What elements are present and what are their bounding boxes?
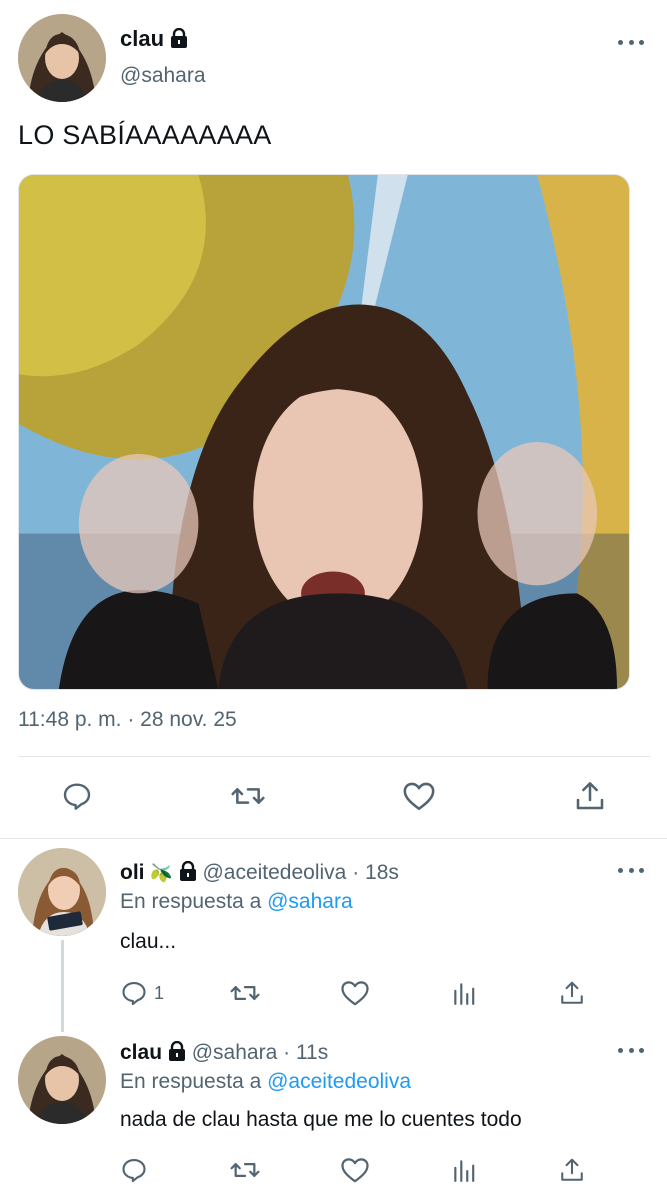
retweet-icon[interactable] [230, 779, 266, 813]
more-options-icon[interactable] [618, 1046, 644, 1054]
reply-count: 1 [154, 982, 165, 1003]
avatar[interactable] [18, 14, 106, 102]
more-options-icon[interactable] [618, 38, 644, 46]
tweet-media[interactable] [18, 174, 630, 690]
analytics-icon[interactable] [450, 978, 478, 1008]
reply-time[interactable]: 18s [365, 861, 399, 884]
media-image [19, 175, 629, 689]
olive-icon: 🫒 [150, 863, 173, 883]
analytics-icon[interactable] [450, 1155, 478, 1185]
reply-to-link[interactable]: @aceitedeoliva [267, 1070, 411, 1093]
handle[interactable]: @sahara [120, 64, 206, 88]
reply-prefix: En respuesta a [120, 1070, 262, 1093]
reply-context: En respuesta a @aceitedeoliva [120, 1070, 411, 1094]
lock-icon [170, 27, 188, 54]
display-name[interactable]: oli [120, 861, 145, 884]
retweet-icon[interactable] [228, 1155, 262, 1185]
thread-line [61, 940, 64, 1032]
avatar-image [18, 1036, 106, 1124]
reply-text: nada de clau hasta que me lo cuentes tod… [120, 1108, 522, 1131]
avatar[interactable] [18, 1036, 106, 1124]
timestamp[interactable]: 11:48 p. m. · 28 nov. 25 [18, 708, 237, 732]
author-row: oli 🫒 @aceitedeoliva · 18s [120, 860, 399, 888]
share-icon[interactable] [573, 778, 607, 814]
display-name[interactable]: clau [120, 1041, 162, 1064]
share-icon[interactable] [558, 978, 586, 1008]
section-divider [0, 838, 667, 839]
reply-time[interactable]: 11s [296, 1041, 328, 1064]
separator: · [283, 1041, 291, 1064]
author-row: clau @sahara · 11s [120, 1040, 328, 1068]
retweet-icon[interactable] [228, 978, 262, 1008]
reply-icon[interactable] [60, 779, 94, 813]
like-icon[interactable] [339, 1155, 371, 1185]
like-icon[interactable] [339, 978, 371, 1008]
separator: · [352, 861, 360, 884]
reply-icon[interactable] [120, 1155, 154, 1185]
handle[interactable]: @aceitedeoliva [202, 861, 346, 884]
reply-icon[interactable]: 1 [120, 978, 164, 1008]
like-icon[interactable] [401, 779, 437, 813]
author-row: clau [120, 26, 188, 54]
reply-prefix: En respuesta a [120, 890, 262, 913]
reply-to-link[interactable]: @sahara [267, 890, 353, 913]
avatar-image [18, 848, 106, 936]
avatar-image [18, 14, 106, 102]
avatar[interactable] [18, 848, 106, 936]
lock-icon [179, 860, 197, 888]
reply-context: En respuesta a @sahara [120, 890, 353, 914]
handle[interactable]: @sahara [192, 1041, 278, 1064]
divider [18, 756, 650, 757]
reply-text: clau... [120, 930, 177, 953]
share-icon[interactable] [558, 1155, 586, 1185]
more-options-icon[interactable] [618, 866, 644, 874]
display-name[interactable]: clau [120, 26, 164, 51]
lock-icon [168, 1040, 186, 1068]
tweet-text: LO SABÍAAAAAAAA [18, 120, 272, 150]
